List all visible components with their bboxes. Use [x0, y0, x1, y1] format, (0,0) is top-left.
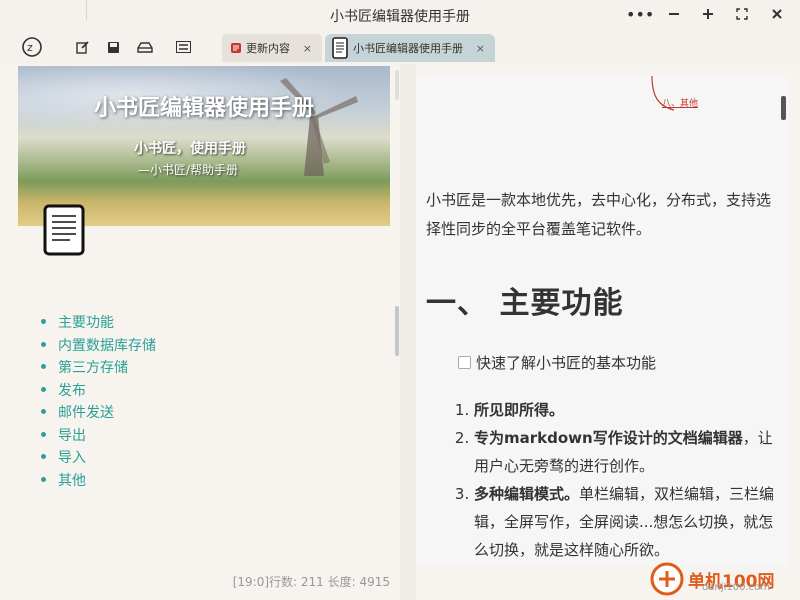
outline-list: 主要功能 内置数据库存储 第三方存储 发布 邮件发送 导出 导入 其他 — [40, 312, 156, 492]
preview-scrollbar-thumb[interactable] — [781, 96, 786, 120]
tab-label: 更新内容 — [246, 42, 290, 55]
svg-text:z: z — [27, 41, 33, 54]
intro-paragraph: 小书匠是一款本地优先，去中心化，分布式，支持选择性同步的全平台覆盖笔记软件。 — [426, 191, 772, 238]
tab-label: 小书匠编辑器使用手册 — [353, 42, 463, 55]
editor-scrollbar[interactable] — [393, 64, 399, 600]
preview-pane: 八、其他 小书匠是一款本地优先，去中心化，分布式，支持选择性同步的全平台覆盖笔记… — [416, 76, 789, 566]
outline-item[interactable]: 第三方存储 — [40, 357, 156, 380]
maximize-button[interactable] — [696, 4, 720, 26]
outline-item[interactable]: 其他 — [40, 470, 156, 493]
editor-pane[interactable]: 小书匠编辑器使用手册 小书匠，使用手册 —小书匠/帮助手册 主要功能 内置数据库… — [0, 64, 400, 600]
banner-title: 小书匠编辑器使用手册 — [93, 96, 314, 121]
outline-item[interactable]: 主要功能 — [40, 312, 156, 335]
edit-icon[interactable] — [72, 36, 94, 58]
outline-item[interactable]: 内置数据库存储 — [40, 335, 156, 358]
tab-close-icon[interactable]: × — [303, 42, 312, 55]
list-item: 所见即所得。 — [474, 396, 784, 424]
document-scroll-icon — [43, 204, 85, 256]
list-item-bold: 多种编辑模式。 — [474, 485, 580, 503]
status-bar: [19:0]行数: 211 长度: 4915 — [232, 575, 390, 589]
toolbar: z 更新内容 × 小书匠编辑器使用手册 × — [0, 30, 800, 64]
notebook-red-icon — [231, 43, 241, 53]
outline-item[interactable]: 导出 — [40, 425, 156, 448]
list-item-bold: 专为markdown写作设计的文档编辑器 — [474, 429, 743, 447]
task-checkbox[interactable] — [458, 356, 471, 369]
watermark: 单机100网 danji100.com — [650, 562, 775, 596]
scroll-doc-icon — [332, 37, 348, 59]
more-icon[interactable]: ••• — [626, 4, 654, 26]
title-bar: 小书匠编辑器使用手册 ••• — [0, 0, 800, 30]
task-label: 快速了解小书匠的基本功能 — [476, 354, 657, 372]
task-item: 快速了解小书匠的基本功能 — [458, 352, 656, 373]
section-heading: 一、 主要功能 — [426, 286, 624, 321]
app-logo-icon[interactable]: z — [20, 35, 44, 59]
scrollbar-thumb[interactable] — [395, 306, 399, 356]
fullscreen-button[interactable] — [730, 4, 754, 26]
feature-list: 所见即所得。 专为markdown写作设计的文档编辑器，让用户心无旁骛的进行创作… — [456, 396, 784, 564]
list-item: 多种编辑模式。单栏编辑，双栏编辑，三栏编辑，全屏写作，全屏阅读...想怎么切换，… — [474, 480, 784, 564]
banner-subtitle: 小书匠，使用手册 — [134, 141, 246, 157]
close-window-button[interactable] — [765, 4, 789, 26]
list-item-bold: 所见即所得。 — [474, 401, 565, 419]
tab-close-icon[interactable]: × — [476, 42, 485, 55]
outline-item[interactable]: 邮件发送 — [40, 402, 156, 425]
menu-icon[interactable] — [172, 36, 194, 58]
tab-user-manual[interactable]: 小书匠编辑器使用手册 × — [325, 34, 495, 62]
minimize-button[interactable] — [662, 4, 686, 26]
banner-subtitle-2: —小书匠/帮助手册 — [138, 163, 239, 177]
watermark-logo-icon — [650, 562, 684, 596]
disk-icon[interactable] — [134, 36, 156, 58]
outline-item[interactable]: 导入 — [40, 447, 156, 470]
pane-divider[interactable] — [400, 64, 416, 600]
toc-link-other[interactable]: 八、其他 — [662, 96, 698, 109]
save-icon[interactable] — [102, 36, 124, 58]
watermark-subtext: danji100.com — [702, 582, 770, 593]
outline-item[interactable]: 发布 — [40, 380, 156, 403]
tab-update-content[interactable]: 更新内容 × — [222, 34, 322, 62]
list-item: 专为markdown写作设计的文档编辑器，让用户心无旁骛的进行创作。 — [474, 424, 784, 480]
